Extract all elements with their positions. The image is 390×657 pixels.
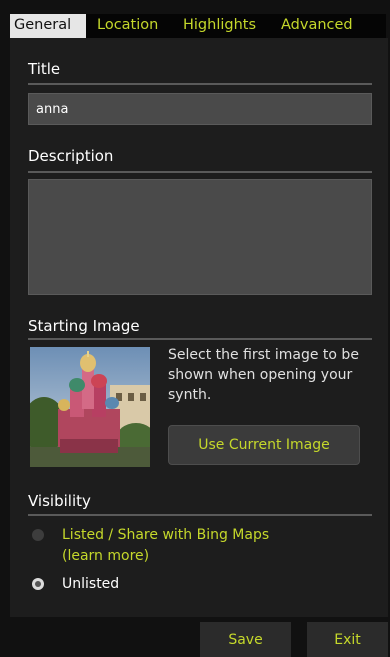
starting-image-hint: Select the first image to be shown when … <box>168 347 359 403</box>
title-divider <box>28 83 372 85</box>
starting-image-divider <box>28 338 372 340</box>
exit-button[interactable]: Exit <box>307 622 388 657</box>
save-button[interactable]: Save <box>200 622 291 657</box>
starting-image-thumbnail <box>30 347 150 467</box>
radio-unlisted[interactable] <box>32 578 44 590</box>
visibility-label: Visibility <box>28 492 91 510</box>
use-current-image-button[interactable]: Use Current Image <box>168 425 360 465</box>
description-divider <box>28 171 372 173</box>
description-label: Description <box>28 147 114 165</box>
tab-location[interactable]: Location <box>97 14 158 38</box>
tab-bar: General Location Highlights Advanced <box>10 14 386 38</box>
settings-panel: Title Description Starting Image <box>10 38 388 617</box>
tab-general[interactable]: General <box>10 14 86 38</box>
radio-listed-label[interactable]: Listed / Share with Bing Maps <box>62 527 269 543</box>
title-label: Title <box>28 60 61 78</box>
tab-advanced[interactable]: Advanced <box>281 14 353 38</box>
radio-listed[interactable] <box>32 529 44 541</box>
starting-image-label: Starting Image <box>28 317 140 335</box>
visibility-divider <box>28 514 372 516</box>
learn-more-link[interactable]: (learn more) <box>62 548 149 564</box>
tab-highlights[interactable]: Highlights <box>183 14 256 38</box>
radio-unlisted-label[interactable]: Unlisted <box>62 576 119 592</box>
title-input[interactable] <box>28 93 372 125</box>
description-textarea[interactable] <box>28 179 372 295</box>
